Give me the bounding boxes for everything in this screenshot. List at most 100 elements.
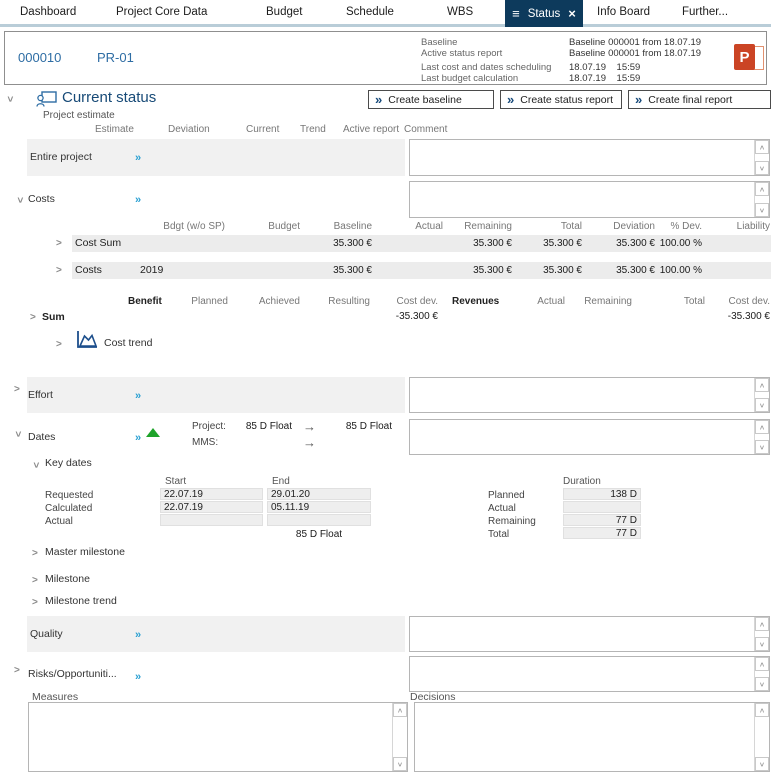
trend-up-icon <box>146 428 160 437</box>
scroll-down-icon[interactable]: > <box>755 637 769 651</box>
create-final-report-button[interactable]: » Create final report <box>628 90 771 109</box>
scroll-up-icon[interactable]: > <box>755 140 769 154</box>
jump-costs-icon[interactable]: » <box>135 195 141 206</box>
key-dates-col-end: End <box>272 476 290 487</box>
create-status-report-button[interactable]: » Create status report <box>500 90 622 109</box>
project-header-panel: 000010 PR-01 Baseline Active status repo… <box>4 31 767 85</box>
scroll-up-icon[interactable]: > <box>755 378 769 392</box>
project-code: PR-01 <box>97 50 134 65</box>
quality-label: Quality <box>30 628 63 640</box>
milestone-trend-label[interactable]: Milestone trend <box>45 595 117 607</box>
dates-mms-label: MMS: <box>192 437 218 448</box>
cost-sum-row[interactable]: Cost Sum 35.300 € 35.300 € 35.300 € 35.3… <box>72 235 771 252</box>
tab-project-core-data[interactable]: Project Core Data <box>116 0 207 24</box>
costs-2019-year: 2019 <box>140 262 163 279</box>
cost-col-deviation: Deviation <box>613 221 655 232</box>
tab-status[interactable]: ≡ Status × <box>505 0 583 27</box>
quality-comment-box[interactable]: > > <box>409 616 770 652</box>
calculated-label: Calculated <box>45 503 92 514</box>
scrollbar[interactable]: > > <box>754 420 769 454</box>
tab-dashboard[interactable]: Dashboard <box>20 0 76 24</box>
planned-duration-field[interactable]: 138 D <box>563 488 641 500</box>
cost-sum-total: 35.300 € <box>543 235 582 252</box>
scrollbar[interactable]: > > <box>754 182 769 217</box>
actual-end-field[interactable] <box>267 514 371 526</box>
costs-comment-box[interactable]: > > <box>409 181 770 218</box>
scroll-up-icon[interactable]: > <box>755 182 769 196</box>
expand-milestone-trend-icon[interactable]: > <box>32 598 38 608</box>
scroll-down-icon[interactable]: > <box>755 203 769 217</box>
scrollbar[interactable]: > > <box>754 703 769 771</box>
scroll-up-icon[interactable]: > <box>755 617 769 631</box>
close-tab-icon[interactable]: × <box>568 7 576 20</box>
create-baseline-button[interactable]: » Create baseline <box>368 90 494 109</box>
scrollbar[interactable]: > > <box>754 378 769 412</box>
tab-wbs[interactable]: WBS <box>447 0 473 24</box>
actual-start-field[interactable] <box>160 514 263 526</box>
expand-cost-trend-icon[interactable]: > <box>56 340 62 350</box>
tab-schedule[interactable]: Schedule <box>346 0 394 24</box>
expand-sum-icon[interactable]: > <box>30 313 36 323</box>
master-milestone-label[interactable]: Master milestone <box>45 546 125 558</box>
decisions-text-box[interactable]: > > <box>414 702 770 772</box>
measures-text-box[interactable]: > > <box>28 702 408 772</box>
tab-budget[interactable]: Budget <box>266 0 302 24</box>
scroll-up-icon[interactable]: > <box>755 657 769 671</box>
scrollbar[interactable]: > > <box>754 657 769 691</box>
costs-2019-row[interactable]: Costs 2019 35.300 € 35.300 € 35.300 € 35… <box>72 262 771 279</box>
remaining-duration-field[interactable]: 77 D <box>563 514 641 526</box>
scroll-down-icon[interactable]: > <box>755 440 769 454</box>
actual-duration-field[interactable] <box>563 501 641 513</box>
collapse-current-status-icon[interactable]: > <box>4 96 14 102</box>
expand-risks-icon[interactable]: > <box>14 666 20 676</box>
scrollbar[interactable]: > > <box>754 140 769 175</box>
cost-sum-pct-dev: 100.00 % <box>660 235 702 252</box>
scroll-up-icon[interactable]: > <box>755 703 769 717</box>
jump-entire-project-icon[interactable]: » <box>135 153 141 164</box>
expand-costs-2019-icon[interactable]: > <box>56 266 62 276</box>
baseline-value: Baseline 000001 from 18.07.19 <box>569 37 701 48</box>
requested-start-field[interactable]: 22.07.19 <box>160 488 263 500</box>
powerpoint-icon[interactable]: P <box>734 43 764 73</box>
expand-cost-sum-icon[interactable]: > <box>56 239 62 249</box>
risks-comment-box[interactable]: > > <box>409 656 770 692</box>
hamburger-icon[interactable]: ≡ <box>512 7 520 20</box>
scroll-down-icon[interactable]: > <box>755 161 769 175</box>
arrow-right-icon: → <box>303 420 316 433</box>
requested-end-field[interactable]: 29.01.20 <box>267 488 371 500</box>
collapse-costs-icon[interactable]: > <box>14 197 24 203</box>
cost-sum-remaining: 35.300 € <box>473 235 512 252</box>
scrollbar[interactable]: > > <box>754 617 769 651</box>
calculated-end-field[interactable]: 05.11.19 <box>267 501 371 513</box>
collapse-key-dates-icon[interactable]: > <box>30 462 40 468</box>
dates-label: Dates <box>28 431 55 443</box>
effort-comment-box[interactable]: > > <box>409 377 770 413</box>
expand-effort-icon[interactable]: > <box>14 385 20 395</box>
expand-master-milestone-icon[interactable]: > <box>32 549 38 559</box>
jump-quality-icon[interactable]: » <box>135 630 141 641</box>
col-header-trend: Trend <box>300 124 326 135</box>
double-chevron-icon: » <box>635 93 642 106</box>
milestone-label[interactable]: Milestone <box>45 573 90 585</box>
dates-comment-box[interactable]: > > <box>409 419 770 455</box>
cost-trend-label[interactable]: Cost trend <box>104 337 152 349</box>
last-scheduling-value: 18.07.19 15:59 <box>569 62 640 73</box>
arrow-right-icon: → <box>303 436 316 449</box>
total-duration-field[interactable]: 77 D <box>563 527 641 539</box>
tab-further[interactable]: Further... <box>682 0 728 24</box>
scroll-up-icon[interactable]: > <box>393 703 407 717</box>
scrollbar[interactable]: > > <box>392 703 407 771</box>
entire-project-comment-box[interactable]: > > <box>409 139 770 176</box>
tab-info-board[interactable]: Info Board <box>597 0 650 24</box>
scroll-up-icon[interactable]: > <box>755 420 769 434</box>
calculated-start-field[interactable]: 22.07.19 <box>160 501 263 513</box>
jump-dates-icon[interactable]: » <box>135 433 141 444</box>
scroll-down-icon[interactable]: > <box>393 757 407 771</box>
scroll-down-icon[interactable]: > <box>755 757 769 771</box>
collapse-dates-icon[interactable]: > <box>12 431 22 437</box>
jump-effort-icon[interactable]: » <box>135 391 141 402</box>
scroll-down-icon[interactable]: > <box>755 398 769 412</box>
scroll-down-icon[interactable]: > <box>755 677 769 691</box>
expand-milestone-icon[interactable]: > <box>32 576 38 586</box>
jump-risks-icon[interactable]: » <box>135 672 141 683</box>
